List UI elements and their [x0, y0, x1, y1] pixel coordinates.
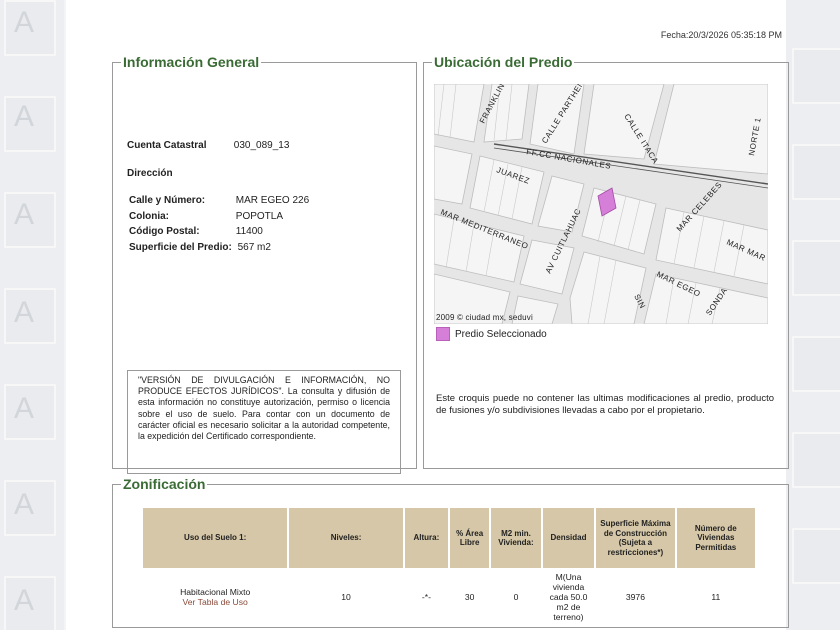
colonia-label: Colonia: [129, 210, 169, 222]
column-header: Superficie Máxima de Construcción (Sujet… [596, 508, 675, 568]
watermark-a-icon: A [14, 392, 35, 425]
informacion-general-panel: Información General Cuenta Catastral 030… [112, 54, 417, 474]
map-copyright: 2009 © ciudad mx, seduvi [436, 313, 533, 322]
codigo-postal-label: Código Postal: [129, 226, 200, 237]
codigo-postal-row: Código Postal: 11400 [129, 226, 309, 242]
direccion-label: Dirección [127, 168, 173, 179]
niveles-cell: 10 [341, 592, 351, 602]
column-header: Niveles: [289, 508, 403, 568]
zonificacion-panel: Zonificación Uso del Suelo 1: Niveles: A… [112, 476, 789, 628]
area-libre-cell: 30 [464, 592, 475, 602]
cuenta-catastral-value: 030_089_13 [233, 140, 290, 151]
altura-cell: -*- [421, 592, 431, 602]
map-drawing: FRANKLIN CALLE PARTHENON CALLE ITACA NOR… [434, 84, 768, 324]
watermark-tile [792, 336, 840, 392]
document-page: Fecha:20/3/2026 05:35:18 PM Información … [66, 0, 789, 630]
watermark-a-icon: A [14, 100, 35, 133]
m2-min-vivienda-cell: 0 [513, 592, 519, 602]
watermark-tile [792, 240, 840, 296]
colonia-value: POPOTLA [235, 210, 284, 222]
calle-value: MAR EGEO 226 [235, 195, 310, 206]
location-map[interactable]: FRANKLIN CALLE PARTHENON CALLE ITACA NOR… [434, 84, 768, 324]
column-header: Altura: [404, 508, 449, 568]
fecha-timestamp: Fecha:20/3/2026 05:35:18 PM [660, 30, 782, 40]
watermark-a-icon: A [14, 488, 35, 521]
calle-row: Calle y Número: MAR EGEO 226 [129, 195, 309, 211]
watermark-tile [792, 144, 840, 200]
superficie-value: 567 m2 [237, 241, 271, 253]
watermark-strip-left: A A A A A A A [0, 0, 64, 630]
ver-tabla-uso-link[interactable]: Ver Tabla de Uso [143, 597, 287, 607]
cuenta-catastral-row: Cuenta Catastral 030_089_13 [127, 140, 289, 151]
superficie-maxima-cell: 3976 [625, 592, 645, 602]
predio-swatch-icon [436, 327, 450, 341]
numero-viviendas-cell: 11 [711, 592, 721, 602]
table-header-row: Uso del Suelo 1: Niveles: Altura: % Área… [143, 508, 755, 568]
watermark-a-icon: A [14, 6, 35, 39]
column-header: Uso del Suelo 1: [143, 508, 288, 568]
watermark-tile [792, 48, 840, 104]
uso-suelo-cell: Habitacional Mixto Ver Tabla de Uso [143, 568, 287, 622]
watermark-strip-right [786, 0, 840, 630]
codigo-postal-value: 11400 [235, 226, 263, 237]
densidad-cell: M(Una vivienda cada 50.0 m2 de terreno) [549, 572, 588, 622]
column-header: Densidad [542, 508, 595, 568]
superficie-row: Superficie del Predio: 567 m2 [129, 242, 309, 258]
column-header: Número de Viviendas Permitidas [676, 508, 755, 568]
disclaimer-box: "VERSIÓN DE DIVULGACIÓN E INFORMACIÓN, N… [127, 370, 401, 474]
uso-suelo-value: Habitacional Mixto [180, 587, 251, 597]
calle-label: Calle y Número: [129, 195, 206, 206]
informacion-general-title: Información General [123, 54, 260, 70]
cuenta-catastral-label: Cuenta Catastral [127, 140, 207, 151]
watermark-a-icon: A [14, 296, 35, 329]
address-block: Calle y Número: MAR EGEO 226 Colonia: PO… [129, 195, 309, 257]
ubicacion-predio-title: Ubicación del Predio [434, 54, 573, 70]
map-note: Este croquis puede no contener las ultim… [436, 393, 774, 416]
watermark-a-icon: A [14, 198, 35, 231]
watermark-tile [792, 432, 840, 488]
watermark-tile [792, 528, 840, 584]
colonia-row: Colonia: POPOTLA [129, 211, 309, 227]
ubicacion-predio-panel: Ubicación del Predio FRANKLIN CALLE PART… [423, 54, 789, 469]
column-header: % Área Libre [450, 508, 490, 568]
zonificacion-title: Zonificación [123, 476, 206, 492]
superficie-label: Superficie del Predio: [129, 241, 232, 253]
column-header: M2 min. Vivienda: [491, 508, 541, 568]
map-legend: Predio Seleccionado [436, 327, 547, 341]
zonificacion-table: Uso del Suelo 1: Niveles: Altura: % Área… [141, 508, 757, 622]
map-legend-label: Predio Seleccionado [455, 328, 547, 340]
table-row: Habitacional Mixto Ver Tabla de Uso 10 -… [143, 568, 755, 622]
watermark-a-icon: A [14, 584, 35, 617]
